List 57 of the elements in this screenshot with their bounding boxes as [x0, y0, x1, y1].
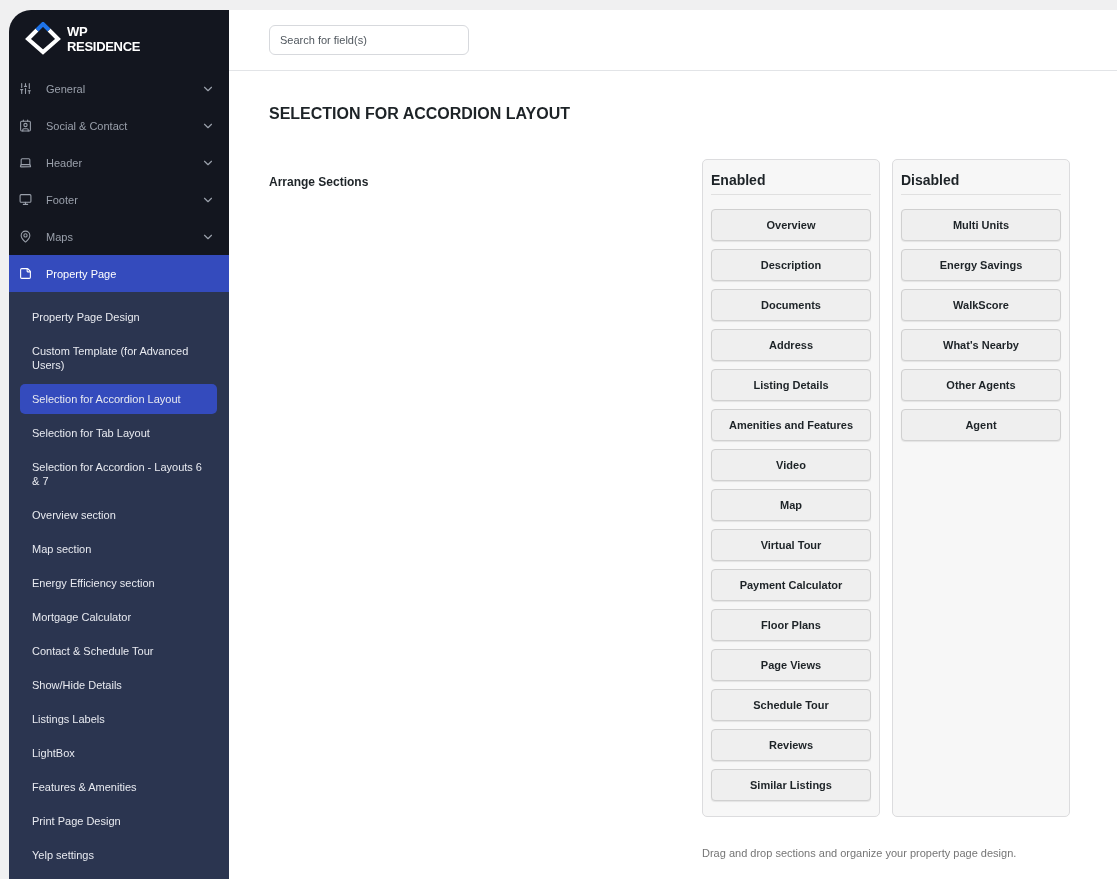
page-title: SELECTION FOR ACCORDION LAYOUT: [269, 105, 572, 123]
panel-title: Disabled: [901, 172, 1061, 195]
field-label: Arrange Sections: [269, 174, 370, 191]
section-chip[interactable]: Listing Details: [711, 369, 871, 401]
section-chip[interactable]: Amenities and Features: [711, 409, 871, 441]
logo-text: WP RESIDENCE: [67, 24, 141, 54]
hint-text: Drag and drop sections and organize your property page design.: [702, 847, 1018, 859]
section-chip[interactable]: Energy Savings: [901, 249, 1061, 281]
menu-icon: [19, 82, 32, 95]
submenu-item[interactable]: Mortgage Calculator: [20, 602, 217, 632]
menu-icon: [19, 119, 32, 132]
section-chip[interactable]: Multi Units: [901, 209, 1061, 241]
sidebar-item[interactable]: General: [9, 70, 229, 107]
section-chip[interactable]: Virtual Tour: [711, 529, 871, 561]
logo-icon: [25, 22, 61, 56]
submenu-item[interactable]: Features & Amenities: [20, 772, 217, 802]
section-chip[interactable]: Other Agents: [901, 369, 1061, 401]
submenu-item[interactable]: Property Page Design: [20, 302, 217, 332]
submenu-item[interactable]: Overview section: [20, 500, 217, 530]
submenu-item[interactable]: Yelp settings: [20, 840, 217, 870]
sidebar-item[interactable]: Maps: [9, 218, 229, 255]
section-chip[interactable]: Payment Calculator: [711, 569, 871, 601]
section-chip[interactable]: Page Views: [711, 649, 871, 681]
menu-icon: [19, 267, 32, 280]
submenu-item[interactable]: Selection for Accordion - Layouts 6 & 7: [20, 452, 217, 496]
section-chip[interactable]: Documents: [711, 289, 871, 321]
section-chip[interactable]: What's Nearby: [901, 329, 1061, 361]
section-chip[interactable]: Address: [711, 329, 871, 361]
search-field[interactable]: Search for field(s): [269, 25, 469, 55]
menu-icon: [19, 156, 32, 169]
submenu-item[interactable]: Custom Template (for Advanced Users): [20, 336, 217, 380]
section-chip[interactable]: Video: [711, 449, 871, 481]
section-chip[interactable]: WalkScore: [901, 289, 1061, 321]
submenu-item[interactable]: LightBox: [20, 738, 217, 768]
submenu-item[interactable]: Listings Labels: [20, 704, 217, 734]
sidebar-item[interactable]: Property Page: [9, 255, 229, 292]
section-chip[interactable]: Schedule Tour: [711, 689, 871, 721]
submenu-item[interactable]: Selection for Accordion Layout: [20, 384, 217, 414]
submenu-item[interactable]: Show/Hide Details: [20, 670, 217, 700]
section-chip[interactable]: Overview: [711, 209, 871, 241]
sidebar-item[interactable]: Footer: [9, 181, 229, 218]
submenu-item[interactable]: Map section: [20, 534, 217, 564]
sidebar-item[interactable]: Header: [9, 144, 229, 181]
menu-icon: [19, 230, 32, 243]
section-chip[interactable]: Map: [711, 489, 871, 521]
section-chip[interactable]: Floor Plans: [711, 609, 871, 641]
submenu-item[interactable]: Contact & Schedule Tour: [20, 636, 217, 666]
panel-title: Enabled: [711, 172, 871, 195]
submenu-item[interactable]: Selection for Tab Layout: [20, 418, 217, 448]
section-chip[interactable]: Similar Listings: [711, 769, 871, 801]
section-chip[interactable]: Description: [711, 249, 871, 281]
section-chip[interactable]: Agent: [901, 409, 1061, 441]
sidebar-item[interactable]: Social & Contact: [9, 107, 229, 144]
submenu-item[interactable]: Energy Efficiency section: [20, 568, 217, 598]
section-chip[interactable]: Reviews: [711, 729, 871, 761]
submenu-item[interactable]: Print Page Design: [20, 806, 217, 836]
menu-icon: [19, 193, 32, 206]
